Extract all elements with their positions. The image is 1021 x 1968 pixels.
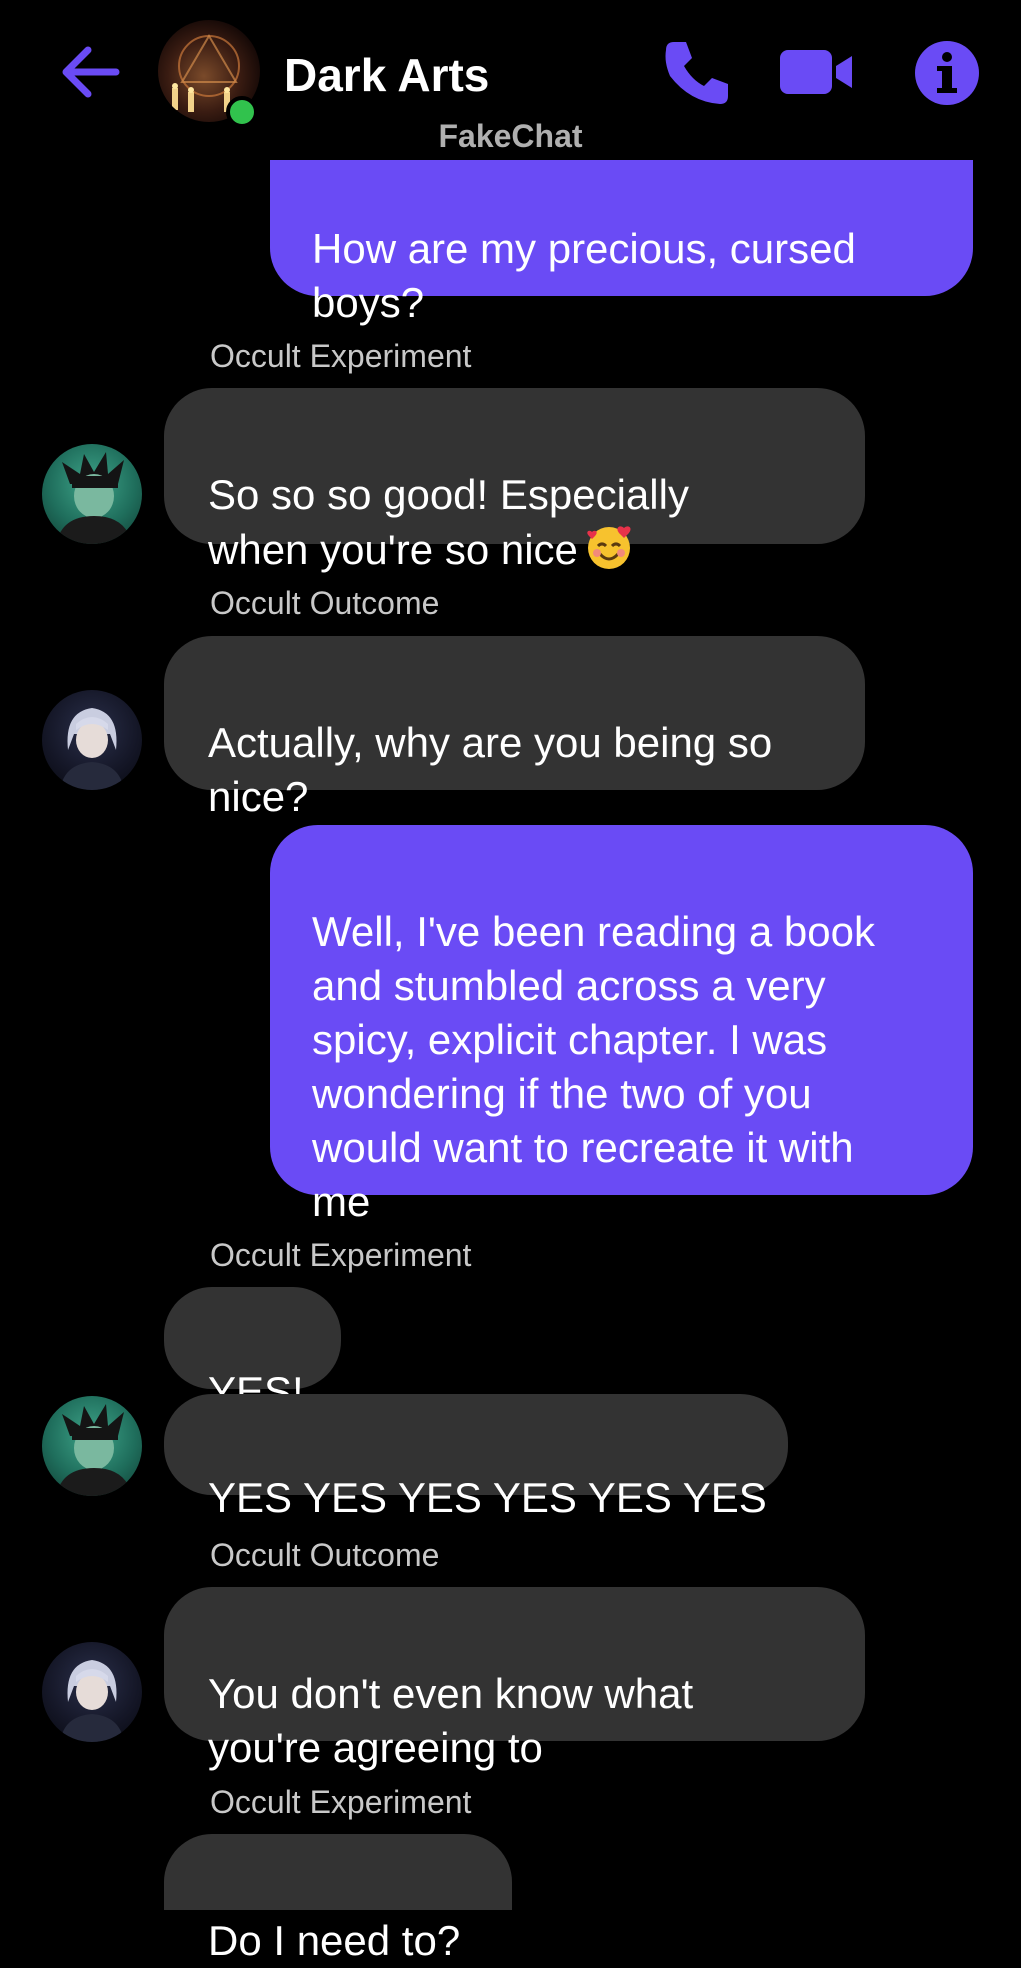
incoming-message-bubble[interactable]: YES YES YES YES YES YES: [164, 1394, 788, 1521]
outgoing-message-bubble[interactable]: How are my precious, cursed boys?: [270, 150, 973, 326]
info-icon[interactable]: [914, 40, 980, 106]
avatar-occult-outcome[interactable]: [42, 690, 142, 790]
incoming-message-bubble[interactable]: YES!: [164, 1287, 341, 1415]
incoming-message-bubble[interactable]: You don't even know what you're agreeing…: [164, 1587, 865, 1771]
outgoing-message-bubble[interactable]: Well, I've been reading a book and stumb…: [270, 825, 973, 1225]
smiling-face-with-hearts-icon: [587, 526, 631, 569]
message-text: How are my precious, cursed boys?: [312, 225, 856, 326]
message-list: How are my precious, cursed boys? Occult…: [0, 0, 1021, 1964]
message-text: Actually, why are you being so nice?: [208, 719, 773, 820]
sender-name: Occult Experiment: [210, 1237, 472, 1273]
sender-name: Occult Outcome: [210, 585, 440, 621]
incoming-message-bubble[interactable]: Actually, why are you being so nice?: [164, 636, 865, 820]
chat-header: Dark Arts FakeChat: [0, 0, 1021, 160]
arrow-left-icon[interactable]: [58, 40, 122, 104]
message-text: YES YES YES YES YES YES: [208, 1474, 767, 1521]
video-camera-icon[interactable]: [778, 36, 854, 108]
sender-name: Occult Experiment: [210, 1784, 472, 1820]
avatar-occult-outcome[interactable]: [42, 1642, 142, 1742]
message-text: You don't even know what you're agreeing…: [208, 1670, 694, 1771]
phone-icon[interactable]: [660, 36, 732, 108]
chat-subtitle: FakeChat: [438, 118, 583, 154]
avatar-occult-experiment[interactable]: [42, 1396, 142, 1496]
incoming-message-bubble[interactable]: Do I need to?: [164, 1834, 512, 1964]
message-text: Do I need to?: [208, 1917, 461, 1964]
sender-name: Occult Outcome: [210, 1537, 440, 1573]
chat-title[interactable]: Dark Arts: [284, 48, 489, 102]
avatar-occult-experiment[interactable]: [42, 444, 142, 544]
message-text: Well, I've been reading a book and stumb…: [312, 908, 875, 1225]
sender-name: Occult Experiment: [210, 338, 472, 374]
incoming-message-bubble[interactable]: So so so good! Especially when you're so…: [164, 388, 865, 573]
